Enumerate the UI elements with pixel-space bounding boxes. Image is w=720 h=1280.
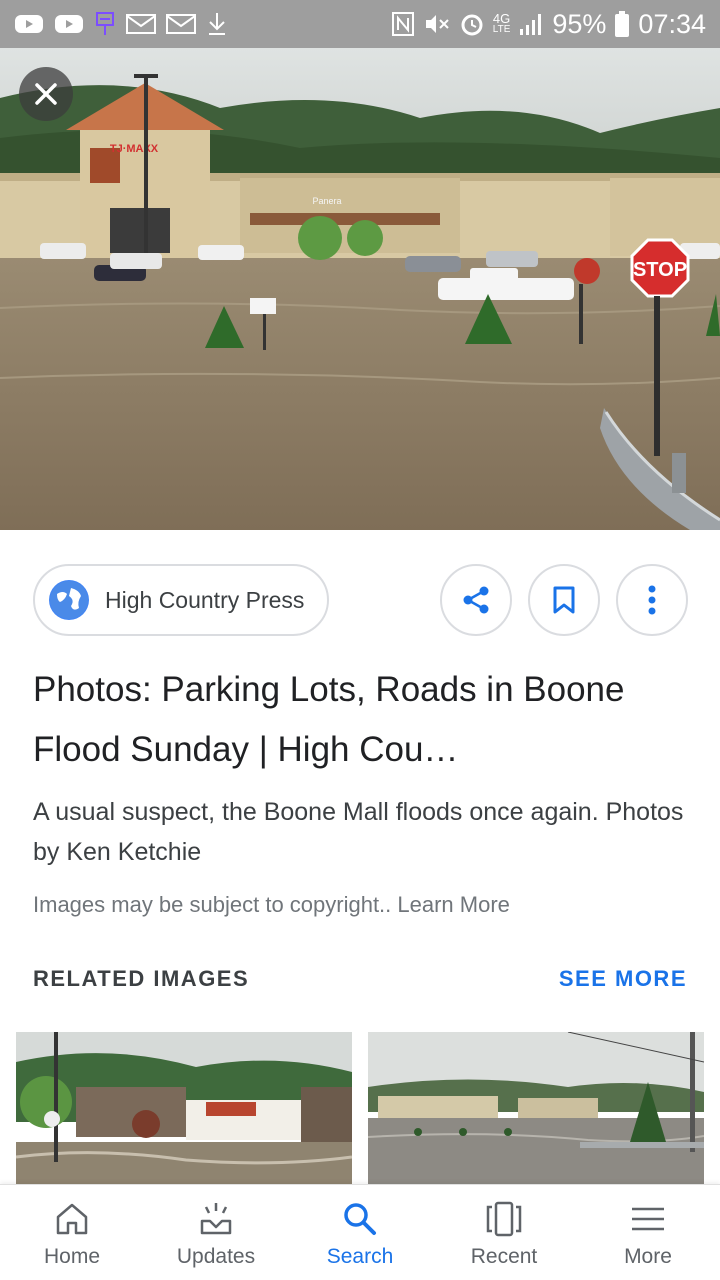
more-options-button[interactable] (616, 564, 688, 636)
bottom-navigation: Home Updates Search Recent More (0, 1184, 720, 1280)
menu-icon (632, 1207, 664, 1231)
mail-icon (126, 13, 156, 35)
related-image-thumbnail[interactable] (16, 1032, 352, 1184)
nav-search-label: Search (326, 1245, 394, 1268)
network-sub-label: LTE (492, 24, 511, 35)
share-icon (463, 586, 489, 614)
battery-percent: 95% (552, 8, 607, 39)
alarm-icon (459, 11, 485, 37)
mail-icon (166, 13, 196, 35)
close-button[interactable] (19, 67, 73, 121)
bookmark-button[interactable] (528, 564, 600, 636)
nav-recent-label: Recent (470, 1245, 538, 1268)
home-icon (56, 1203, 88, 1235)
status-bar: 4G LTE 95% 07:34 (0, 0, 720, 48)
nav-recent[interactable]: Recent (432, 1185, 576, 1280)
network-type-label: 4G (492, 11, 511, 26)
recent-icon (486, 1201, 522, 1237)
search-icon (344, 1203, 376, 1235)
nav-home-label: Home (43, 1245, 101, 1268)
close-icon (35, 83, 57, 105)
share-button[interactable] (440, 564, 512, 636)
updates-icon (200, 1203, 232, 1235)
nfc-icon (391, 11, 415, 37)
battery-icon (614, 10, 630, 38)
store-sign-left: TJ·MAXX (110, 143, 159, 155)
see-more-link[interactable]: SEE MORE (559, 966, 687, 992)
more-vert-icon (648, 585, 656, 615)
network-type-icon: 4G LTE (492, 11, 511, 35)
globe-icon (49, 580, 89, 620)
mute-icon (423, 11, 451, 37)
nav-home[interactable]: Home (0, 1185, 144, 1280)
notification-badge-icon (94, 11, 116, 37)
nav-more-label: More (624, 1245, 672, 1268)
source-chip[interactable]: High Country Press (33, 564, 329, 636)
source-name: High Country Press (105, 586, 305, 613)
nav-search[interactable]: Search (288, 1185, 432, 1280)
related-image-thumbnail[interactable] (368, 1032, 704, 1184)
youtube-icon (14, 13, 44, 35)
stop-sign-text: STOP (633, 259, 687, 281)
clock: 07:34 (638, 8, 706, 39)
nav-more[interactable]: More (576, 1185, 720, 1280)
bookmark-icon (553, 586, 575, 614)
store-sign-center: Panera (312, 196, 341, 206)
download-icon (206, 11, 228, 37)
signal-icon (518, 12, 544, 36)
result-title[interactable]: Photos: Parking Lots, Roads in Boone Flo… (33, 660, 693, 780)
related-images-heading: RELATED IMAGES (33, 966, 250, 991)
hero-image[interactable]: TJ·MAXX Panera STOP (0, 48, 720, 530)
result-description: A usual suspect, the Boone Mall floods o… (33, 798, 684, 866)
youtube-icon (54, 13, 84, 35)
nav-updates-label: Updates (176, 1245, 256, 1268)
copyright-notice[interactable]: Images may be subject to copyright.. Lea… (33, 892, 510, 918)
nav-updates[interactable]: Updates (144, 1185, 288, 1280)
